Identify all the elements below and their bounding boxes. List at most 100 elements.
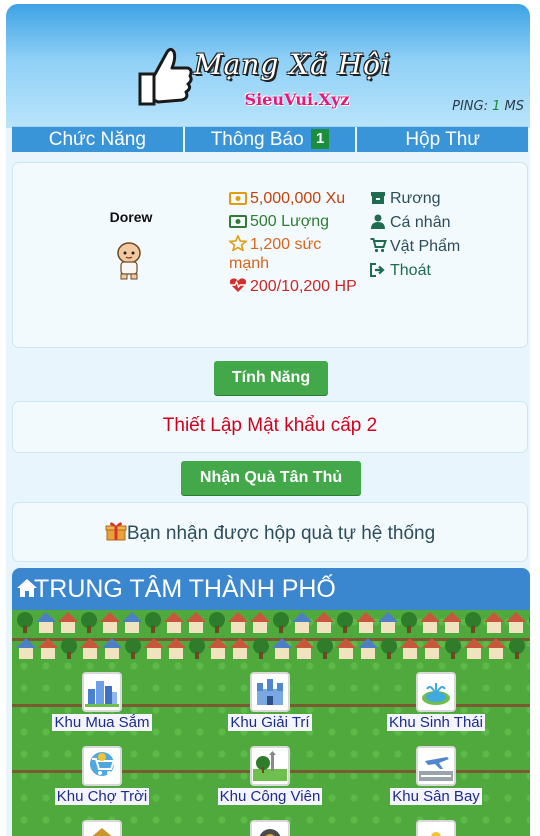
house-icon <box>294 638 314 662</box>
fountain-icon <box>416 672 456 712</box>
nav-notifications-label: Thông Báo <box>210 129 304 150</box>
house-icon <box>166 638 186 662</box>
house-icon <box>378 612 398 636</box>
notification-badge: 1 <box>310 129 330 149</box>
tree-icon <box>16 612 34 634</box>
second-password-link[interactable]: Thiết Lập Mật khẩu cấp 2 <box>13 415 527 437</box>
house-icon <box>16 638 36 662</box>
logout-icon <box>370 263 385 277</box>
zone-ecology-label: Khu Sinh Thái <box>387 714 485 731</box>
nav-functions[interactable]: Chức Năng <box>12 127 185 152</box>
tree-icon <box>528 612 530 634</box>
house-icon <box>80 638 100 662</box>
gift-box-icon <box>105 522 127 541</box>
stat-hp-value: 200/10,200 HP <box>250 278 357 295</box>
zone-airport[interactable]: Khu Sân Bay <box>376 746 496 805</box>
cart-icon <box>370 238 387 253</box>
market-cart-icon <box>82 746 122 786</box>
house-icon <box>486 638 506 662</box>
village-row <box>12 638 530 666</box>
house-icon <box>102 638 122 662</box>
nav-inbox[interactable]: Hộp Thư <box>357 127 529 152</box>
gift-message-text: Bạn nhận được hộp quà tự hệ thống <box>126 523 436 544</box>
menu-logout-label: Thoát <box>390 262 431 279</box>
zone-shopping[interactable]: Khu Mua Sắm <box>42 672 162 731</box>
second-password-panel: Thiết Lập Mật khẩu cấp 2 <box>12 401 528 453</box>
house-icon <box>400 638 420 662</box>
menu-chest[interactable]: Rương <box>369 189 460 208</box>
house-icon <box>336 638 356 662</box>
house-icon <box>228 612 248 636</box>
zone-entertainment-label: Khu Giải Trí <box>228 714 312 731</box>
tree-icon <box>144 612 162 634</box>
coin-icon <box>229 192 247 205</box>
village-row <box>12 612 530 640</box>
newbie-gift-button[interactable]: Nhận Quà Tân Thủ <box>181 461 361 495</box>
tree-icon <box>60 638 78 660</box>
house-icon <box>250 612 270 636</box>
tree-icon <box>188 638 206 660</box>
menu-items-label: Vật Phẩm <box>390 238 461 255</box>
zone-partial[interactable] <box>210 820 330 836</box>
gift-message: Bạn nhận được hộp quà tự hệ thống <box>13 521 527 545</box>
site-header: Mạng Xã Hội SieuVui.Xyz PING: 1 MS <box>6 4 530 128</box>
city-section-title: TRUNG TÂM THÀNH PHỐ <box>34 575 336 603</box>
house-icon <box>422 638 442 662</box>
username[interactable]: Dorew <box>101 209 161 225</box>
zone-airport-label: Khu Sân Bay <box>390 788 482 805</box>
tree-icon <box>464 612 482 634</box>
menu-profile[interactable]: Cá nhân <box>369 213 460 232</box>
house-icon <box>356 612 376 636</box>
tree-icon <box>380 638 398 660</box>
ping-label: PING: <box>452 99 488 114</box>
menu-chest-label: Rương <box>390 190 441 207</box>
nav-notifications[interactable]: Thông Báo 1 <box>184 127 358 152</box>
tree-icon <box>272 612 290 634</box>
city-map: Khu Mua Sắm Khu Giải Trí Khu Sinh Thái K… <box>12 610 530 836</box>
hut-icon <box>82 820 122 836</box>
zone-partial[interactable] <box>42 820 162 836</box>
house-icon <box>164 612 184 636</box>
house-icon <box>36 612 56 636</box>
house-icon <box>464 638 484 662</box>
stat-power: 1,200 sức mạnh <box>229 235 359 273</box>
ping-value: 1 <box>492 99 501 114</box>
tree-icon <box>508 638 526 660</box>
tree-icon <box>336 612 354 634</box>
menu-items[interactable]: Vật Phẩm <box>369 237 460 256</box>
house-icon <box>100 612 120 636</box>
thumbs-up-icon <box>138 47 193 106</box>
tree-icon <box>400 612 418 634</box>
stat-xu: 5,000,000 Xu <box>229 189 359 208</box>
zone-ecology[interactable]: Khu Sinh Thái <box>376 672 496 731</box>
tree-icon <box>124 638 142 660</box>
avatar[interactable] <box>113 241 145 281</box>
zone-entertainment[interactable]: Khu Giải Trí <box>210 672 330 731</box>
tree-icon <box>80 612 98 634</box>
house-icon <box>230 638 250 662</box>
menu-logout[interactable]: Thoát <box>369 261 460 280</box>
house-icon <box>122 612 142 636</box>
star-icon <box>229 235 247 251</box>
stat-luong: 500 Lượng <box>229 212 359 231</box>
house-icon <box>442 612 462 636</box>
tower-icon <box>250 820 290 836</box>
city-buildings-icon <box>82 672 122 712</box>
user-icon <box>371 214 385 229</box>
money-icon <box>229 215 247 228</box>
house-icon <box>144 638 164 662</box>
zone-park[interactable]: Khu Công Viên <box>210 746 330 805</box>
zone-partial[interactable] <box>376 820 496 836</box>
zone-flea-market[interactable]: Khu Chợ Trời <box>42 746 162 805</box>
park-icon <box>250 746 290 786</box>
main-nav: Chức Năng Thông Báo 1 Hộp Thư <box>12 126 529 152</box>
house-icon <box>506 612 526 636</box>
house-icon <box>272 638 292 662</box>
zone-flea-market-label: Khu Chợ Trời <box>54 788 150 805</box>
zone-park-label: Khu Công Viên <box>217 788 323 805</box>
features-button[interactable]: Tính Năng <box>214 361 328 395</box>
site-title[interactable]: Mạng Xã Hội <box>194 48 424 81</box>
castle-icon <box>250 672 290 712</box>
nav-inbox-label: Hộp Thư <box>405 129 481 150</box>
site-subtitle[interactable]: SieuVui.Xyz <box>232 90 362 109</box>
